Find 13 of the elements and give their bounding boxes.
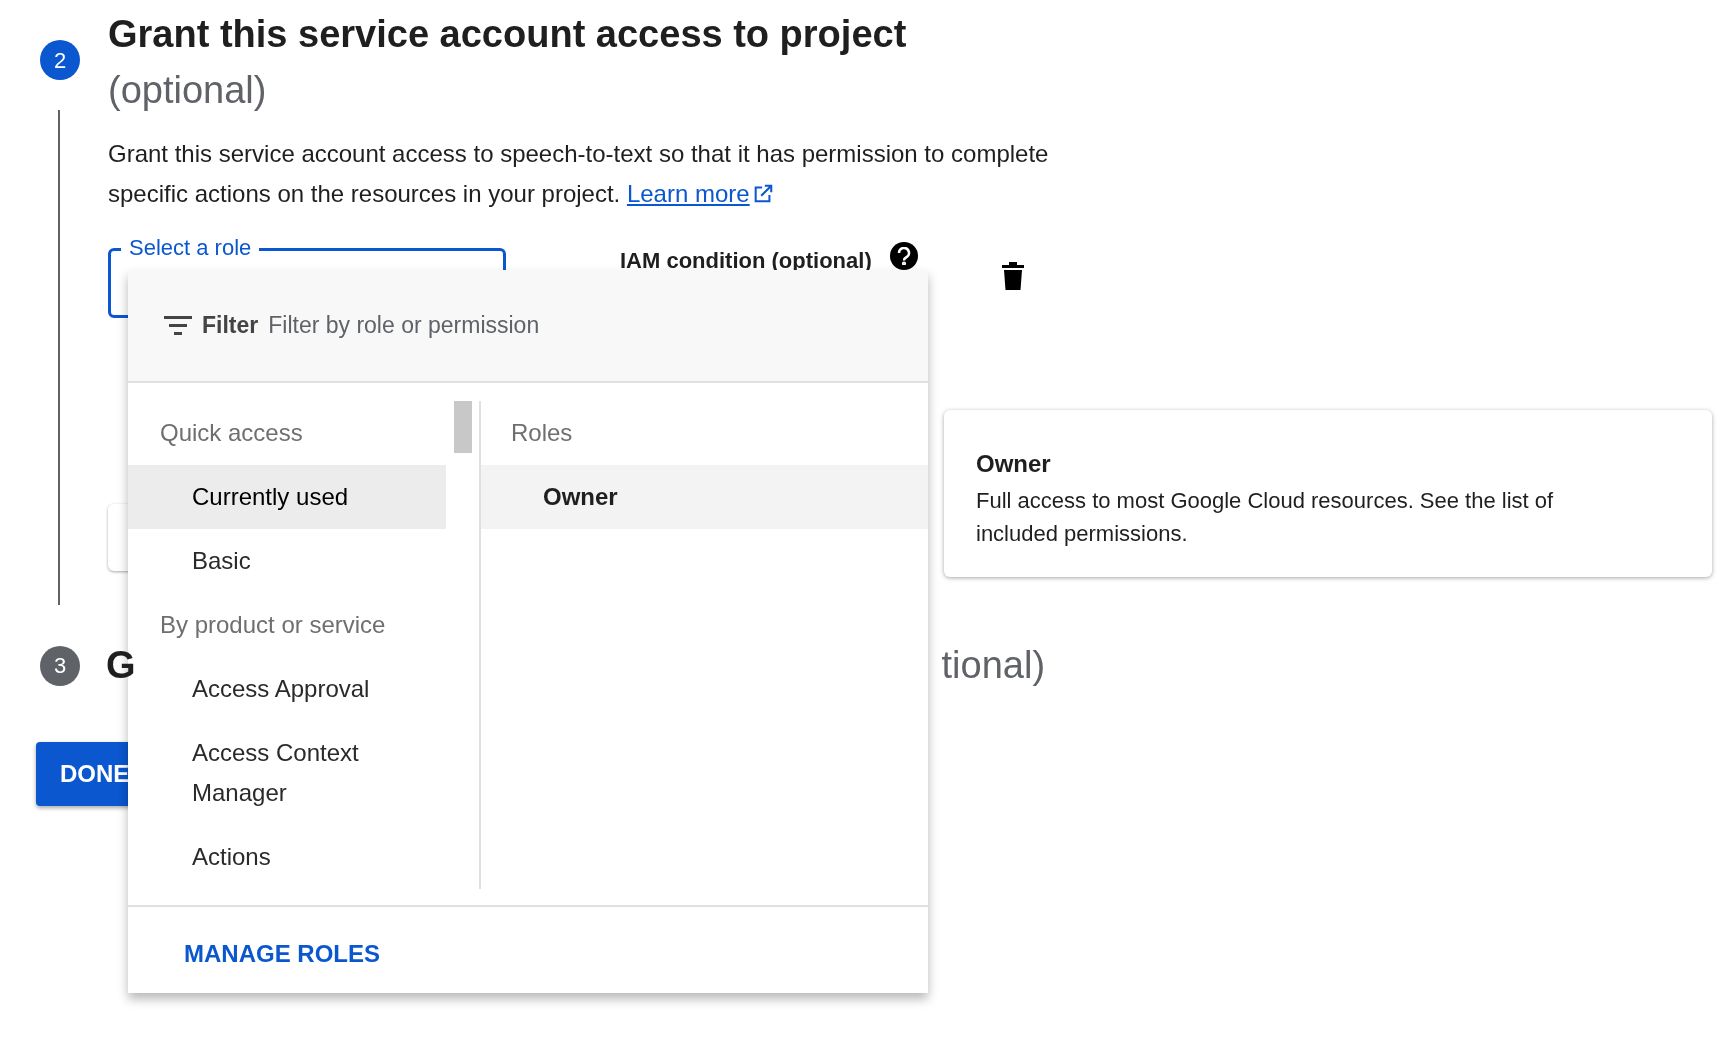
category-header: Quick access bbox=[159, 418, 304, 448]
role-info-title: Owner bbox=[976, 449, 1052, 479]
step-number: 2 bbox=[40, 40, 80, 80]
filter-label: Filter bbox=[202, 311, 259, 341]
role-info-description: Full access to most Google Cloud resources. See the list of included permissions. bbox=[976, 487, 1555, 548]
roles-header: Roles bbox=[510, 418, 574, 448]
step-title-optional: (optional) bbox=[108, 68, 267, 113]
step-title: Grant this service account access to project bbox=[108, 12, 908, 57]
step-description: Grant this service account access to speech-to-text so that it has permission to complete specific actions on the resources in your project. Learn more bbox=[108, 134, 1068, 214]
step-title-end: tional) bbox=[941, 643, 1046, 688]
filter-placeholder: Filter by role or permission bbox=[268, 311, 540, 341]
step-number: 3 bbox=[40, 645, 80, 686]
category-header: By product or service bbox=[159, 610, 387, 640]
